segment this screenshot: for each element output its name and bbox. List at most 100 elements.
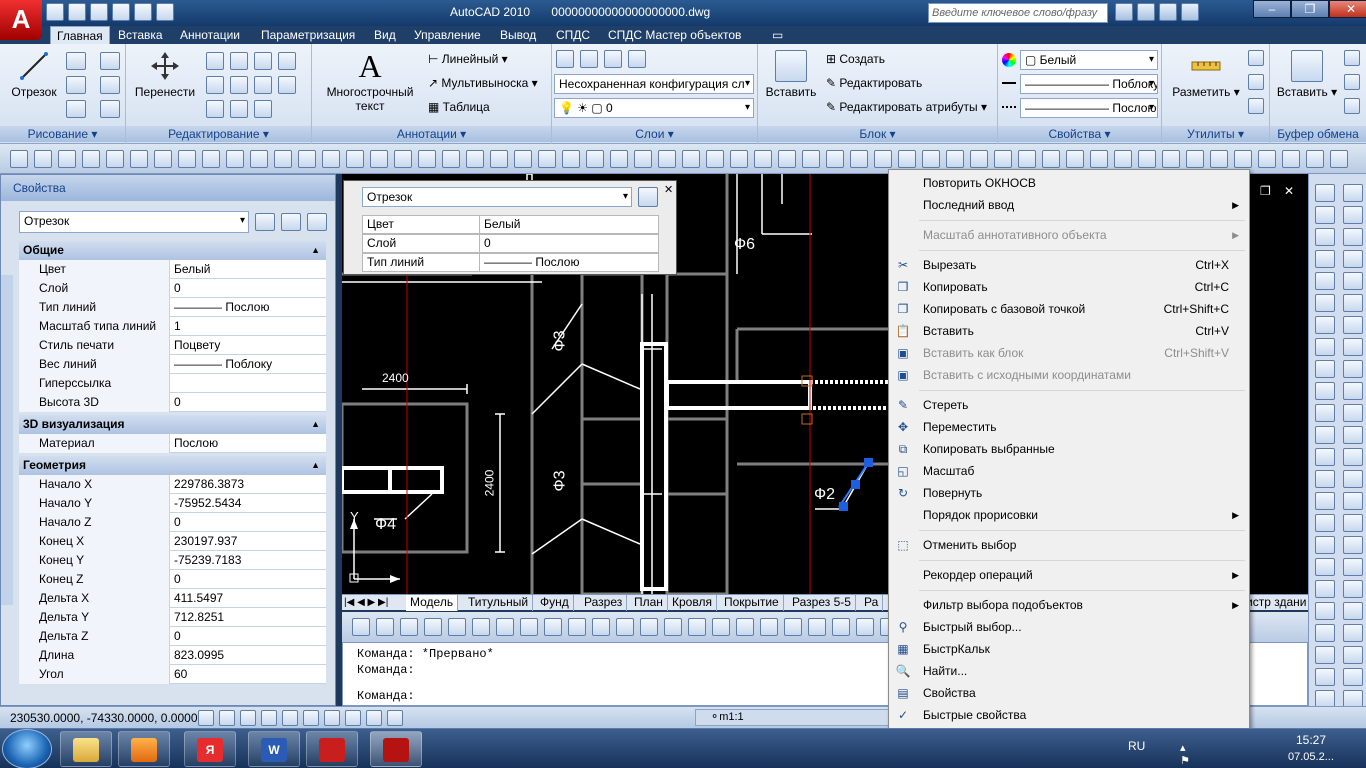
drafting-toggle-icon[interactable]	[345, 710, 361, 726]
tools-icon[interactable]	[1137, 3, 1155, 21]
menu-item[interactable]: Масштаб аннотативного объекта ▶	[889, 224, 1249, 246]
panel-modify-title[interactable]: Редактирование ▾	[126, 126, 311, 142]
property-value[interactable]: 229786.3873	[171, 475, 326, 494]
drafting-toggle-icon[interactable]	[219, 710, 235, 726]
binoculars-icon[interactable]	[1115, 3, 1133, 21]
property-row[interactable]: Начало X 229786.3873	[19, 475, 326, 494]
create-block-button[interactable]: ⊞ Создать	[826, 52, 885, 66]
tab-insert[interactable]: Вставка	[112, 26, 169, 44]
side-tool-icon[interactable]	[1315, 470, 1335, 488]
property-value[interactable]: Поцвету	[171, 336, 326, 355]
rotate-icon[interactable]	[206, 52, 224, 70]
toolbar-button-icon[interactable]	[202, 150, 220, 168]
ellipse-icon[interactable]	[66, 100, 86, 118]
toolbar-button-icon[interactable]	[82, 150, 100, 168]
dimension-tool-icon[interactable]	[856, 618, 874, 636]
layout-tab[interactable]: Ра	[860, 595, 884, 611]
toolbar-button-icon[interactable]	[466, 150, 484, 168]
toolbar-button-icon[interactable]	[1018, 150, 1036, 168]
edit-attributes-button[interactable]: ✎ Редактировать атрибуты ▾	[826, 100, 987, 114]
maximize-button[interactable]: ❐	[1291, 0, 1329, 18]
side-tool-icon[interactable]	[1315, 514, 1335, 532]
side-tool-icon[interactable]	[1343, 382, 1363, 400]
menu-item[interactable]: Повторить ОКНОСВ	[889, 172, 1249, 194]
redo-icon[interactable]	[134, 3, 152, 21]
dimension-tool-icon[interactable]	[808, 618, 826, 636]
side-tool-icon[interactable]	[1315, 360, 1335, 378]
start-button[interactable]	[2, 729, 52, 768]
dimension-tool-icon[interactable]	[784, 618, 802, 636]
drafting-toggle-icon[interactable]	[261, 710, 277, 726]
linetype-dropdown[interactable]: ——————— Послою	[1020, 98, 1158, 118]
quickprop-row[interactable]: Слой 0	[362, 234, 659, 253]
property-row[interactable]: Стиль печати Поцвету	[19, 336, 326, 355]
tab-spds-wizard[interactable]: СПДС Мастер объектов	[602, 26, 747, 44]
property-row[interactable]: Цвет Белый	[19, 260, 326, 279]
object-type-dropdown[interactable]: Отрезок	[19, 211, 249, 233]
side-tool-icon[interactable]	[1343, 360, 1363, 378]
dimension-tool-icon[interactable]	[832, 618, 850, 636]
side-tool-icon[interactable]	[1315, 646, 1335, 664]
property-value[interactable]: 823.0995	[171, 646, 326, 665]
toolbar-button-icon[interactable]	[778, 150, 796, 168]
toolbar-button-icon[interactable]	[658, 150, 676, 168]
toolbar-button-icon[interactable]	[418, 150, 436, 168]
drafting-toggle-icon[interactable]	[303, 710, 319, 726]
drafting-toggle-icon[interactable]	[240, 710, 256, 726]
toolbar-button-icon[interactable]	[586, 150, 604, 168]
side-tool-icon[interactable]	[1315, 602, 1335, 620]
menu-item[interactable]: Порядок прорисовки ▶	[889, 504, 1249, 526]
toolbar-button-icon[interactable]	[754, 150, 772, 168]
star-icon[interactable]	[1159, 3, 1177, 21]
array-icon[interactable]	[230, 100, 248, 118]
toolbar-button-icon[interactable]	[130, 150, 148, 168]
open-file-icon[interactable]	[68, 3, 86, 21]
toolbar-button-icon[interactable]	[802, 150, 820, 168]
toolbar-button-icon[interactable]	[562, 150, 580, 168]
rectangle-icon[interactable]	[100, 76, 120, 94]
side-tool-icon[interactable]	[1315, 382, 1335, 400]
property-value[interactable]: 0	[171, 627, 326, 646]
toolbar-button-icon[interactable]	[994, 150, 1012, 168]
side-tool-icon[interactable]	[1343, 272, 1363, 290]
menu-item[interactable]: ⚲ Быстрый выбор...	[889, 616, 1249, 638]
toolbar-button-icon[interactable]	[490, 150, 508, 168]
table-button[interactable]: ▦ Таблица	[428, 100, 490, 114]
menu-item[interactable]: ▦ БыстрКальк	[889, 638, 1249, 660]
line-button[interactable]: Отрезок	[8, 50, 60, 99]
dimension-tool-icon[interactable]	[472, 618, 490, 636]
toolbar-button-icon[interactable]	[1210, 150, 1228, 168]
undo-icon[interactable]	[112, 3, 130, 21]
side-tool-icon[interactable]	[1315, 338, 1335, 356]
viewport-restore-icon[interactable]: ❐	[1260, 184, 1274, 198]
dimension-tool-icon[interactable]	[496, 618, 514, 636]
dimension-tool-icon[interactable]	[352, 618, 370, 636]
tab-spds[interactable]: СПДС	[550, 26, 596, 44]
layout-tab[interactable]: Разрез 5-5	[788, 595, 856, 611]
tab-output[interactable]: Вывод	[494, 26, 542, 44]
side-tool-icon[interactable]	[1315, 206, 1335, 224]
menu-item[interactable]: ✥ Переместить	[889, 416, 1249, 438]
property-row[interactable]: Конец X 230197.937	[19, 532, 326, 551]
side-tool-icon[interactable]	[1343, 470, 1363, 488]
quickprop-value[interactable]: 0	[479, 235, 491, 252]
side-tool-icon[interactable]	[1315, 448, 1335, 466]
property-row[interactable]: Начало Y -75952.5434	[19, 494, 326, 513]
language-indicator[interactable]: RU	[1128, 739, 1145, 753]
property-row[interactable]: Дельта X 411.5497	[19, 589, 326, 608]
drafting-toggle-icon[interactable]	[387, 710, 403, 726]
tab-home[interactable]: Главная	[50, 26, 110, 44]
drafting-toggle-icon[interactable]	[282, 710, 298, 726]
drafting-toggle-icon[interactable]	[324, 710, 340, 726]
dimension-tool-icon[interactable]	[448, 618, 466, 636]
match-properties-icon[interactable]	[1344, 98, 1360, 114]
coordinate-readout[interactable]: 230530.0000, -74330.0000, 0.0000	[10, 711, 198, 725]
property-row[interactable]: Гиперссылка	[19, 374, 326, 393]
application-menu-button[interactable]: A	[0, 0, 42, 40]
copy-icon[interactable]	[1344, 74, 1360, 90]
side-tool-icon[interactable]	[1343, 580, 1363, 598]
dimension-tool-icon[interactable]	[568, 618, 586, 636]
edit-block-button[interactable]: ✎ Редактировать	[826, 76, 922, 90]
toolbar-button-icon[interactable]	[106, 150, 124, 168]
dimension-tool-icon[interactable]	[760, 618, 778, 636]
